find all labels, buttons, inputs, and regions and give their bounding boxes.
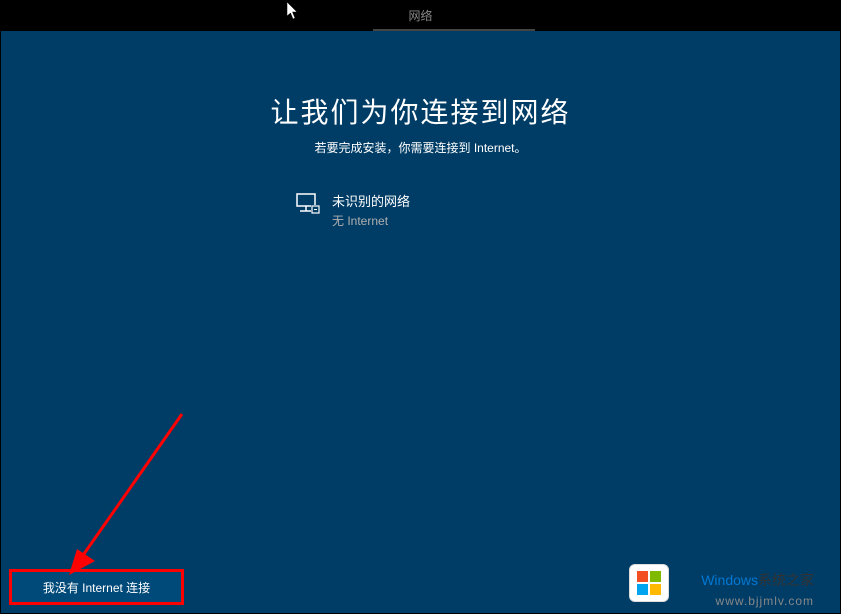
ethernet-icon: [296, 193, 320, 215]
network-text: 未识别的网络 无 Internet: [332, 191, 410, 229]
no-internet-button-label: 我没有 Internet 连接: [43, 579, 150, 596]
network-name: 未识别的网络: [332, 191, 410, 210]
watermark-brand: Windows系统之家: [701, 570, 814, 590]
top-bar: 网络: [1, 1, 840, 31]
no-internet-button[interactable]: 我没有 Internet 连接: [9, 569, 184, 605]
network-item[interactable]: 未识别的网络 无 Internet: [296, 191, 410, 229]
page-subheading: 若要完成安装，你需要连接到 Internet。: [314, 139, 526, 156]
tab-network[interactable]: 网络: [408, 7, 432, 24]
watermark-brand-primary: Windows: [701, 572, 758, 588]
watermark-logo: [629, 564, 669, 602]
page-heading: 让我们为你连接到网络: [270, 91, 570, 131]
watermark-brand-secondary: 系统之家: [758, 572, 814, 588]
mouse-cursor-icon: [286, 1, 300, 21]
windows-logo-icon: [637, 571, 661, 595]
annotation-arrow: [57, 409, 187, 589]
network-status: 无 Internet: [332, 212, 410, 229]
main-area: 让我们为你连接到网络 若要完成安装，你需要连接到 Internet。 未识别的网…: [1, 31, 840, 613]
oobe-screenshot: 网络 让我们为你连接到网络 若要完成安装，你需要连接到 Internet。 未识…: [0, 0, 841, 614]
watermark-url: www.bjjmlv.com: [716, 594, 814, 608]
